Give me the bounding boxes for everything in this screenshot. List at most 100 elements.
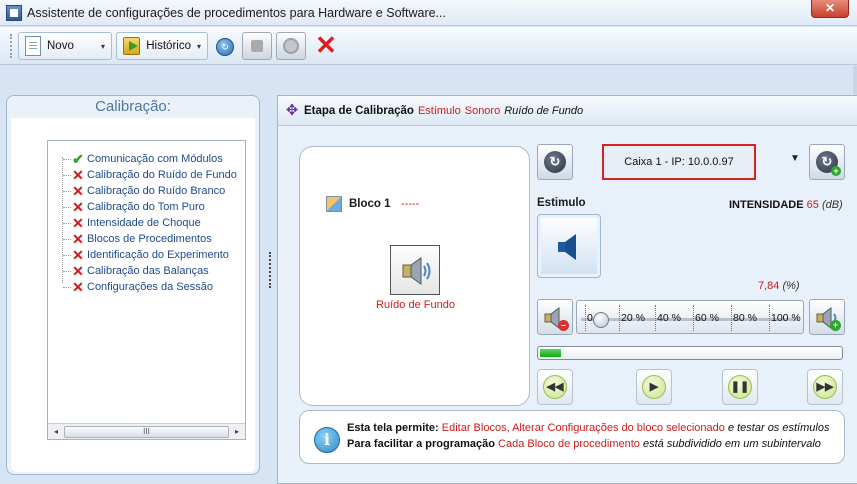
x-icon: ✕ (72, 183, 84, 199)
block-card: Bloco 1 ----- Ruído de Fundo (299, 146, 530, 406)
tree-item[interactable]: ✕ Blocos de Procedimentos (63, 231, 212, 247)
toolbar-band (0, 66, 857, 92)
slider-tick (693, 305, 694, 331)
x-icon: ✕ (72, 279, 84, 295)
tree-connector-stub (63, 158, 71, 160)
x-icon: ✕ (72, 167, 84, 183)
tree-item-label: Identificação do Experimento (87, 249, 229, 261)
fast-forward-button[interactable]: ▶▶ (807, 369, 843, 405)
minus-icon: – (558, 320, 569, 331)
tree-item-label: Comunicação com Módulos (87, 153, 223, 165)
block-dashes: ----- (401, 198, 420, 210)
device-dropdown-arrow[interactable]: ▼ (790, 153, 800, 164)
plus-icon: + (831, 166, 841, 176)
title-bar: Assistente de configurações de procedime… (0, 0, 857, 26)
slider-tick (585, 305, 586, 331)
percent-unit: (%) (782, 280, 800, 292)
info-line-2-bold: Para facilitar a programação (347, 438, 495, 450)
plus-icon: + (830, 320, 841, 331)
window-close-button[interactable]: ✕ (811, 0, 849, 18)
tree-item[interactable]: ✕ Identificação do Experimento (63, 247, 229, 263)
reload-left-button[interactable]: ↻ (537, 144, 573, 180)
refresh-icon[interactable]: ↻ (216, 38, 234, 56)
rewind-button[interactable]: ◀◀ (537, 369, 573, 405)
calibration-tree: ✔ Comunicação com Módulos ✕ Calibração do R… (47, 140, 246, 440)
slider-thumb[interactable] (592, 312, 609, 328)
tree-connector-stub (63, 238, 71, 240)
move-icon: ✥ (285, 102, 299, 119)
intensity-slider[interactable]: 0 %20 %40 %60 %80 %100 % (576, 300, 804, 334)
play-button[interactable]: ▶ (636, 369, 672, 405)
history-icon (123, 37, 141, 55)
scroll-right-arrow[interactable]: ▸ (231, 426, 243, 438)
tree-item[interactable]: ✕ Calibração do Ruído Branco (63, 183, 225, 199)
scroll-thumb[interactable]: III (64, 426, 229, 438)
block-name: Bloco 1 (349, 198, 391, 210)
record-button[interactable] (276, 32, 306, 60)
tree-item-label: Blocos de Procedimentos (87, 233, 212, 245)
slider-rail (581, 318, 799, 321)
tree-item-label: Intensidade de Choque (87, 217, 201, 229)
tree-connector-stub (63, 222, 71, 224)
pause-button[interactable]: ❚❚ (722, 369, 758, 405)
novo-button[interactable]: Novo ▾ (18, 32, 112, 60)
novo-label: Novo (47, 40, 74, 52)
device-select[interactable]: Caixa 1 - IP: 10.0.0.97 (602, 144, 756, 180)
play-icon: ▶ (642, 375, 666, 399)
slider-tick (655, 305, 656, 331)
slider-tick-label: 100 % (771, 312, 801, 324)
noise-block-item[interactable] (390, 245, 440, 295)
intensity-unit: (dB) (821, 199, 843, 211)
cancel-button[interactable]: ✕ (312, 32, 340, 60)
x-icon: ✕ (72, 263, 84, 279)
tree-connector-stub (63, 254, 71, 256)
rewind-icon: ◀◀ (543, 375, 567, 399)
window-title: Assistente de configurações de procedime… (27, 6, 446, 20)
calibration-stage-panel: ✥ Etapa de Calibração Estímulo Sonoro Ru… (277, 95, 857, 484)
info-line-1: Esta tela permite: Editar Blocos, Altera… (347, 422, 829, 434)
block-cube-icon (326, 196, 342, 212)
stage-title: Etapa de Calibração (304, 104, 414, 117)
intensity-value: 65 (806, 199, 819, 211)
tree-item-label: Calibração do Tom Puro (87, 201, 205, 213)
stimulus-button[interactable] (537, 214, 601, 278)
speaker-icon (558, 234, 576, 260)
stage-stimulus: Estímulo (417, 104, 461, 117)
percent-readout: 7,84 (%) (758, 280, 800, 292)
historico-label: Histórico (146, 40, 191, 52)
info-box: i Esta tela permite: Editar Blocos, Alte… (299, 410, 845, 464)
tree-item[interactable]: ✕ Calibração do Tom Puro (63, 199, 205, 215)
reload-add-button[interactable]: ↻ + (809, 144, 845, 180)
toolbar-grip[interactable] (10, 34, 13, 58)
tree-item[interactable]: ✕ Configurações da Sessão (63, 279, 213, 295)
speaker-icon (402, 257, 431, 285)
horizontal-scrollbar[interactable]: ◂ III ▸ (48, 423, 245, 439)
tree-connector-stub (63, 174, 71, 176)
panel-splitter[interactable] (266, 92, 274, 484)
tree-item-label: Calibração do Ruído Branco (87, 185, 226, 197)
progress-bar (537, 346, 843, 360)
slider-tick-label: 60 % (695, 312, 719, 324)
tree-item[interactable]: ✕ Calibração das Balanças (63, 263, 209, 279)
slider-tick-label: 80 % (733, 312, 757, 324)
fast-forward-icon: ▶▶ (813, 375, 837, 399)
tree-item[interactable]: ✕ Intensidade de Choque (63, 215, 201, 231)
chevron-down-icon[interactable]: ▾ (101, 42, 105, 51)
tree-connector-stub (63, 286, 71, 288)
info-line-1-bold: Esta tela permite: (347, 422, 439, 434)
tree-item[interactable]: ✔ Comunicação com Módulos (63, 151, 223, 167)
scroll-left-arrow[interactable]: ◂ (50, 426, 62, 438)
record-icon (283, 38, 299, 54)
volume-down-button[interactable]: – (537, 299, 573, 335)
x-icon: ✕ (72, 231, 84, 247)
splitter-grip[interactable] (269, 252, 271, 288)
stop-button[interactable] (242, 32, 272, 60)
calibration-title: Calibração: (95, 98, 171, 115)
percent-value: 7,84 (758, 280, 780, 292)
slider-tick (731, 305, 732, 331)
chevron-down-icon[interactable]: ▾ (197, 42, 201, 51)
info-line-2-red: Cada Bloco de procedimento (498, 438, 640, 450)
historico-button[interactable]: Histórico ▾ (116, 32, 208, 60)
tree-item[interactable]: ✕ Calibração do Ruído de Fundo (63, 167, 237, 183)
volume-up-button[interactable]: + (809, 299, 845, 335)
